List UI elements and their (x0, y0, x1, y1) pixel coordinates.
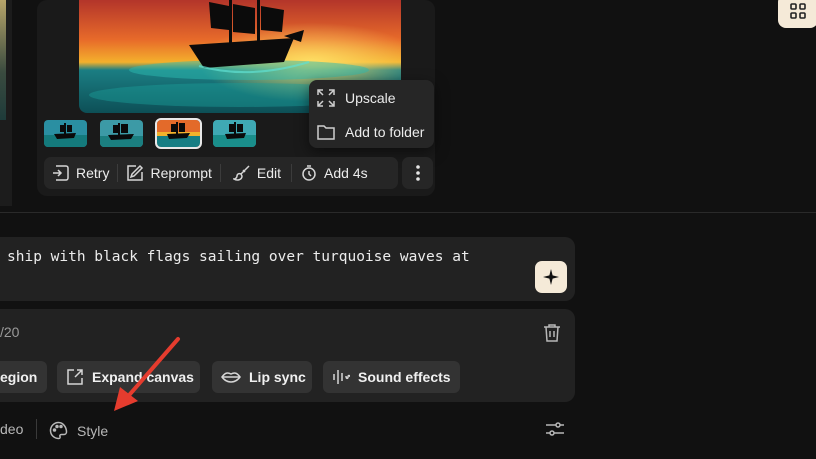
lip-sync-chip[interactable]: Lip sync (212, 361, 312, 393)
menu-item-label: Upscale (345, 90, 396, 106)
edit-label: Edit (256, 165, 282, 181)
add-4s-button[interactable]: Add 4s (300, 157, 368, 189)
prompt-text[interactable]: ship with black flags sailing over turqu… (7, 249, 470, 265)
lips-icon (221, 372, 241, 383)
expand-corners-icon (317, 89, 335, 107)
retry-label: Retry (76, 165, 110, 181)
toolbar-divider (291, 164, 293, 182)
annotation-arrow (114, 337, 180, 411)
video-mode-label: deo (0, 421, 24, 437)
grid-view-button[interactable] (778, 0, 816, 28)
reprompt-button[interactable]: Reprompt (126, 157, 212, 189)
sparkle-icon (543, 269, 559, 285)
sound-effects-label: Sound effects (358, 369, 451, 385)
style-label: Style (77, 422, 109, 439)
paintbrush-icon (232, 165, 250, 181)
enhance-prompt-button[interactable] (535, 261, 567, 293)
menu-item-upscale[interactable]: Upscale (309, 83, 434, 113)
menu-item-add-to-folder[interactable]: Add to folder (309, 117, 434, 147)
section-divider (0, 212, 816, 213)
toolbar-divider (117, 164, 119, 182)
menu-item-label: Add to folder (345, 124, 425, 140)
trash-icon (544, 324, 560, 342)
variation-thumbnail-2[interactable] (100, 120, 143, 147)
sliders-icon (546, 422, 564, 436)
variation-thumbnail-4[interactable] (213, 120, 256, 147)
toolbar-divider (219, 164, 221, 182)
variation-thumbnail-1[interactable] (44, 120, 87, 147)
region-chip-label: egion (0, 369, 38, 385)
sound-effects-chip[interactable]: Sound effects (323, 361, 460, 393)
image-context-menu: Upscale Add to folder (309, 80, 434, 148)
timer-extend-icon (302, 165, 316, 181)
sound-wave-icon (333, 370, 350, 384)
vertical-ellipsis-icon (415, 165, 420, 181)
region-chip[interactable]: egion (0, 361, 47, 393)
prompt-input-box[interactable] (0, 237, 575, 301)
edit-pencil-icon (127, 164, 144, 181)
retry-button[interactable]: Retry (52, 157, 109, 189)
advanced-settings-button[interactable] (545, 420, 565, 443)
grid-icon (790, 3, 806, 19)
folder-icon (317, 125, 335, 140)
more-options-button[interactable] (402, 157, 433, 189)
palette-icon (49, 421, 68, 440)
expand-canvas-icon (67, 369, 83, 385)
clear-prompt-button[interactable] (543, 323, 561, 347)
character-counter: /20 (0, 324, 20, 340)
previous-image-edge (0, 0, 6, 120)
generation-action-toolbar: Retry Reprompt Edit Add 4s (44, 157, 398, 189)
video-mode-button[interactable]: deo (0, 421, 23, 437)
retry-icon (53, 165, 69, 181)
edit-button[interactable]: Edit (232, 157, 282, 189)
style-button[interactable]: Style (49, 421, 108, 440)
bottom-divider (36, 419, 37, 439)
add-4s-label: Add 4s (324, 165, 368, 181)
reprompt-label: Reprompt (150, 165, 212, 181)
variation-thumbnail-3-selected[interactable] (155, 118, 202, 149)
lip-sync-label: Lip sync (249, 369, 306, 385)
